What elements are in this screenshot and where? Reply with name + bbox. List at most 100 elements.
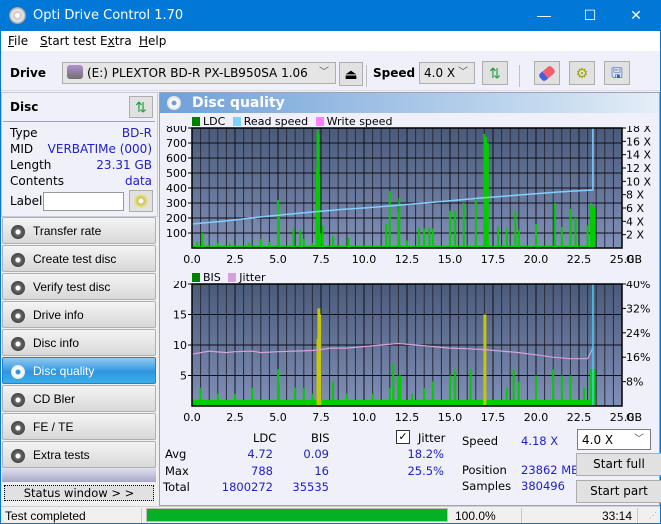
bis-bar (397, 375, 400, 406)
bis-bar (302, 387, 305, 406)
eject-button[interactable]: ⏏ (339, 62, 363, 86)
title-bar: Opti Drive Control 1.70 — ☐ ✕ (1, 0, 660, 31)
ldc-bar (505, 228, 508, 248)
nav-label: CD Bler (33, 392, 76, 406)
ldc-bar (553, 203, 556, 248)
nav-create-test-disc[interactable]: Create test disc (2, 245, 156, 272)
menu-extra[interactable]: Extra (100, 34, 132, 48)
speed-label: Speed (373, 66, 416, 80)
ldc-bar (302, 239, 305, 248)
close-button[interactable]: ✕ (613, 0, 659, 31)
resize-grip-icon[interactable]: ⋰ (649, 511, 657, 520)
bis-bar (399, 375, 402, 406)
minimize-button[interactable]: — (521, 0, 567, 31)
x-tick-label: 2.5 (226, 253, 244, 266)
total-bis: 35535 (292, 480, 329, 494)
bis-bar (388, 387, 391, 406)
drive-select[interactable]: (E:) PLEXTOR BD-R PX-LB950SA 1.06 ﹀ (62, 62, 336, 84)
bis-bar (251, 387, 254, 406)
nav-verify-test-disc[interactable]: Verify test disc (2, 273, 156, 300)
disc-label-button[interactable] (129, 190, 153, 212)
settings-button[interactable]: ⚙ (569, 61, 595, 85)
drive-value: (E:) PLEXTOR BD-R PX-LB950SA 1.06 (87, 66, 308, 80)
x-tick-label: 7.5 (312, 253, 330, 266)
bis-bar (392, 363, 395, 406)
window-title: Opti Drive Control 1.70 (33, 8, 184, 23)
x-tick-label: 22.5 (567, 411, 592, 423)
menu-help[interactable]: Help (139, 34, 166, 48)
menu-start-test[interactable]: Start test (40, 34, 96, 48)
panel-title: Disc quality (192, 95, 285, 111)
y-tick-label-left: 300 (166, 197, 187, 210)
y-tick-label-left: 700 (166, 137, 187, 150)
cd-icon (134, 194, 148, 208)
x-tick-label: 2.5 (226, 411, 244, 423)
save-button[interactable]: 🖫 (604, 61, 630, 85)
y-tick-label-left: 500 (166, 167, 187, 180)
avg-label: Avg (165, 447, 187, 461)
app-disc-icon (9, 7, 26, 24)
jitter-checkbox[interactable]: ✓ (396, 430, 410, 444)
status-window-button[interactable]: Status window > > (4, 485, 154, 501)
menu-file[interactable]: File (8, 34, 28, 48)
divider (521, 508, 522, 523)
mid-value: VERBATIMe (000) (47, 142, 152, 156)
erase-button[interactable] (534, 61, 560, 85)
total-ldc: 1800272 (221, 480, 273, 494)
bis-bar (512, 369, 515, 406)
nav-drive-info[interactable]: Drive info (2, 301, 156, 328)
test-speed-select[interactable]: 4.0 X ﹀ (577, 429, 651, 450)
nav-spacer (2, 468, 156, 482)
ldc-bar (586, 225, 589, 248)
speed-select[interactable]: 4.0 X ﹀ (419, 62, 475, 84)
maximize-button[interactable]: ☐ (567, 0, 613, 31)
drive-icon (67, 65, 83, 79)
ldc-bar (268, 242, 271, 248)
nav-extra-tests[interactable]: Extra tests (2, 441, 156, 468)
disc-icon (11, 421, 25, 435)
ldc-bar (517, 230, 520, 248)
status-text: Test completed (5, 509, 86, 523)
bis-bar (345, 393, 348, 406)
bis-bar (505, 387, 508, 406)
disc-quality-panel: Disc quality LDC Read speed Write speed … (159, 92, 661, 506)
start-part-button[interactable]: Start part (576, 480, 661, 503)
y-tick-label-right: 8% (626, 376, 643, 389)
x-tick-label: 20.0 (524, 411, 549, 423)
bis-bar (371, 393, 374, 406)
start-full-button[interactable]: Start full (576, 453, 661, 476)
nav-fe-te[interactable]: FE / TE (2, 413, 156, 440)
disc-refresh-button[interactable]: ⇅ (129, 96, 153, 118)
label-input[interactable] (43, 192, 124, 211)
nav-cd-bler[interactable]: CD Bler (2, 385, 156, 412)
ldc-bar (216, 242, 219, 248)
y-tick-label-right: 8 X (626, 189, 644, 202)
disc-icon (11, 253, 25, 267)
disc-icon (11, 281, 25, 295)
bis-bar (469, 369, 472, 406)
nav-label: Disc quality (33, 364, 95, 378)
ldc-bar (388, 191, 391, 248)
refresh-button[interactable]: ⇅ (482, 61, 508, 85)
bis-bar (318, 314, 322, 406)
nav-disc-info[interactable]: Disc info (2, 329, 156, 356)
eraser-icon (537, 64, 557, 83)
bis-bar (449, 375, 451, 406)
max-ldc: 788 (251, 464, 273, 478)
type-label: Type (10, 126, 38, 140)
position-label: Position (462, 463, 507, 477)
nav-disc-quality[interactable]: Disc quality (2, 357, 156, 384)
speed-value: 4.0 X (424, 66, 456, 80)
y-tick-label-left: 10 (173, 339, 187, 352)
speed-stat-value: 4.18 X (521, 434, 559, 448)
y-tick-label-right: 14 X (626, 149, 651, 162)
nav-transfer-rate[interactable]: Transfer rate (2, 217, 156, 244)
ldc-bar (319, 233, 322, 248)
x-tick-label: 0.0 (183, 411, 201, 423)
chevron-down-icon: ﹀ (634, 434, 644, 445)
drive-label: Drive (10, 66, 46, 80)
nav-label: Transfer rate (33, 224, 102, 238)
bis-bar (483, 314, 487, 406)
y-tick-label-right: 6 X (626, 202, 644, 215)
nav-label: Create test disc (33, 252, 117, 266)
